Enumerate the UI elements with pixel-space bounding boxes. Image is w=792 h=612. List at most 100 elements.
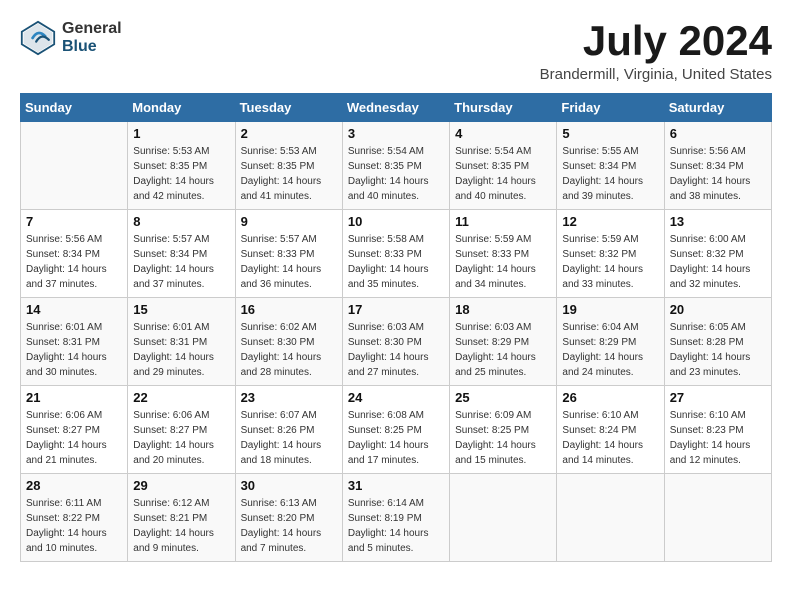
day-header-monday: Monday bbox=[128, 94, 235, 122]
day-number: 9 bbox=[241, 214, 337, 229]
calendar-cell: 31 Sunrise: 6:14 AM Sunset: 8:19 PM Dayli… bbox=[342, 474, 449, 562]
calendar-cell bbox=[450, 474, 557, 562]
calendar-cell: 10 Sunrise: 5:58 AM Sunset: 8:33 PM Dayli… bbox=[342, 210, 449, 298]
day-number: 5 bbox=[562, 126, 658, 141]
day-info: Sunrise: 6:08 AM Sunset: 8:25 PM Dayligh… bbox=[348, 408, 444, 468]
calendar-cell: 22 Sunrise: 6:06 AM Sunset: 8:27 PM Dayli… bbox=[128, 386, 235, 474]
day-info: Sunrise: 5:57 AM Sunset: 8:34 PM Dayligh… bbox=[133, 232, 229, 292]
day-number: 24 bbox=[348, 390, 444, 405]
day-number: 17 bbox=[348, 302, 444, 317]
day-header-sunday: Sunday bbox=[21, 94, 128, 122]
day-number: 26 bbox=[562, 390, 658, 405]
logo-line2: Blue bbox=[62, 38, 122, 56]
calendar-cell: 30 Sunrise: 6:13 AM Sunset: 8:20 PM Dayli… bbox=[235, 474, 342, 562]
calendar-cell: 4Sunrise: 5:54 AM Sunset: 8:35 PM Daylig… bbox=[450, 122, 557, 210]
logo-icon bbox=[20, 20, 56, 56]
calendar-cell: 13Sunrise: 6:00 AM Sunset: 8:32 PM Dayli… bbox=[664, 210, 771, 298]
calendar-title: July 2024 bbox=[540, 20, 772, 62]
day-info: Sunrise: 6:10 AM Sunset: 8:23 PM Dayligh… bbox=[670, 408, 766, 468]
calendar-cell bbox=[557, 474, 664, 562]
day-header-thursday: Thursday bbox=[450, 94, 557, 122]
day-number: 22 bbox=[133, 390, 229, 405]
day-info: Sunrise: 6:14 AM Sunset: 8:19 PM Dayligh… bbox=[348, 496, 444, 556]
day-info: Sunrise: 6:11 AM Sunset: 8:22 PM Dayligh… bbox=[26, 496, 122, 556]
day-info: Sunrise: 6:12 AM Sunset: 8:21 PM Dayligh… bbox=[133, 496, 229, 556]
calendar-cell: 2Sunrise: 5:53 AM Sunset: 8:35 PM Daylig… bbox=[235, 122, 342, 210]
calendar-cell bbox=[21, 122, 128, 210]
logo-text: General Blue bbox=[62, 20, 122, 55]
day-info: Sunrise: 6:10 AM Sunset: 8:24 PM Dayligh… bbox=[562, 408, 658, 468]
day-info: Sunrise: 5:54 AM Sunset: 8:35 PM Dayligh… bbox=[348, 144, 444, 204]
day-info: Sunrise: 6:00 AM Sunset: 8:32 PM Dayligh… bbox=[670, 232, 766, 292]
calendar-cell: 9 Sunrise: 5:57 AM Sunset: 8:33 PM Daylig… bbox=[235, 210, 342, 298]
calendar-cell: 8 Sunrise: 5:57 AM Sunset: 8:34 PM Daylig… bbox=[128, 210, 235, 298]
week-row-5: 28Sunrise: 6:11 AM Sunset: 8:22 PM Dayli… bbox=[21, 474, 772, 562]
day-number: 7 bbox=[26, 214, 122, 229]
week-row-3: 14 Sunrise: 6:01 AM Sunset: 8:31 PM Dayli… bbox=[21, 298, 772, 386]
day-info: Sunrise: 5:53 AM Sunset: 8:35 PM Dayligh… bbox=[241, 144, 337, 204]
day-header-tuesday: Tuesday bbox=[235, 94, 342, 122]
day-info: Sunrise: 6:13 AM Sunset: 8:20 PM Dayligh… bbox=[241, 496, 337, 556]
day-number: 19 bbox=[562, 302, 658, 317]
calendar-cell: 24 Sunrise: 6:08 AM Sunset: 8:25 PM Dayli… bbox=[342, 386, 449, 474]
day-number: 4 bbox=[455, 126, 551, 141]
calendar-cell: 25 Sunrise: 6:09 AM Sunset: 8:25 PM Dayli… bbox=[450, 386, 557, 474]
day-info: Sunrise: 6:05 AM Sunset: 8:28 PM Dayligh… bbox=[670, 320, 766, 380]
calendar-cell: 5 Sunrise: 5:55 AM Sunset: 8:34 PM Daylig… bbox=[557, 122, 664, 210]
day-number: 1 bbox=[133, 126, 229, 141]
day-number: 31 bbox=[348, 478, 444, 493]
day-info: Sunrise: 5:56 AM Sunset: 8:34 PM Dayligh… bbox=[26, 232, 122, 292]
title-section: July 2024 Brandermill, Virginia, United … bbox=[540, 20, 772, 83]
calendar-cell: 23Sunrise: 6:07 AM Sunset: 8:26 PM Dayli… bbox=[235, 386, 342, 474]
day-info: Sunrise: 6:09 AM Sunset: 8:25 PM Dayligh… bbox=[455, 408, 551, 468]
day-info: Sunrise: 6:04 AM Sunset: 8:29 PM Dayligh… bbox=[562, 320, 658, 380]
day-number: 16 bbox=[241, 302, 337, 317]
calendar-cell: 11Sunrise: 5:59 AM Sunset: 8:33 PM Dayli… bbox=[450, 210, 557, 298]
day-headers-row: SundayMondayTuesdayWednesdayThursdayFrid… bbox=[21, 94, 772, 122]
calendar-table: SundayMondayTuesdayWednesdayThursdayFrid… bbox=[20, 93, 772, 562]
day-number: 18 bbox=[455, 302, 551, 317]
day-info: Sunrise: 6:01 AM Sunset: 8:31 PM Dayligh… bbox=[26, 320, 122, 380]
day-number: 10 bbox=[348, 214, 444, 229]
day-info: Sunrise: 6:01 AM Sunset: 8:31 PM Dayligh… bbox=[133, 320, 229, 380]
calendar-cell: 19 Sunrise: 6:04 AM Sunset: 8:29 PM Dayli… bbox=[557, 298, 664, 386]
day-number: 27 bbox=[670, 390, 766, 405]
calendar-cell: 16 Sunrise: 6:02 AM Sunset: 8:30 PM Dayli… bbox=[235, 298, 342, 386]
day-info: Sunrise: 5:55 AM Sunset: 8:34 PM Dayligh… bbox=[562, 144, 658, 204]
day-info: Sunrise: 6:03 AM Sunset: 8:30 PM Dayligh… bbox=[348, 320, 444, 380]
calendar-cell: 12Sunrise: 5:59 AM Sunset: 8:32 PM Dayli… bbox=[557, 210, 664, 298]
calendar-cell: 20 Sunrise: 6:05 AM Sunset: 8:28 PM Dayli… bbox=[664, 298, 771, 386]
day-info: Sunrise: 5:57 AM Sunset: 8:33 PM Dayligh… bbox=[241, 232, 337, 292]
day-number: 12 bbox=[562, 214, 658, 229]
day-info: Sunrise: 6:03 AM Sunset: 8:29 PM Dayligh… bbox=[455, 320, 551, 380]
day-info: Sunrise: 6:02 AM Sunset: 8:30 PM Dayligh… bbox=[241, 320, 337, 380]
day-number: 14 bbox=[26, 302, 122, 317]
calendar-cell: 1 Sunrise: 5:53 AM Sunset: 8:35 PM Daylig… bbox=[128, 122, 235, 210]
calendar-subtitle: Brandermill, Virginia, United States bbox=[540, 66, 772, 83]
day-info: Sunrise: 6:06 AM Sunset: 8:27 PM Dayligh… bbox=[133, 408, 229, 468]
calendar-cell: 17 Sunrise: 6:03 AM Sunset: 8:30 PM Dayli… bbox=[342, 298, 449, 386]
calendar-cell bbox=[664, 474, 771, 562]
calendar-cell: 7 Sunrise: 5:56 AM Sunset: 8:34 PM Daylig… bbox=[21, 210, 128, 298]
day-header-saturday: Saturday bbox=[664, 94, 771, 122]
day-number: 20 bbox=[670, 302, 766, 317]
day-header-friday: Friday bbox=[557, 94, 664, 122]
day-number: 6 bbox=[670, 126, 766, 141]
calendar-cell: 15Sunrise: 6:01 AM Sunset: 8:31 PM Dayli… bbox=[128, 298, 235, 386]
day-number: 8 bbox=[133, 214, 229, 229]
logo-line1: General bbox=[62, 20, 122, 38]
calendar-cell: 14 Sunrise: 6:01 AM Sunset: 8:31 PM Dayli… bbox=[21, 298, 128, 386]
day-number: 25 bbox=[455, 390, 551, 405]
day-info: Sunrise: 5:53 AM Sunset: 8:35 PM Dayligh… bbox=[133, 144, 229, 204]
week-row-4: 21 Sunrise: 6:06 AM Sunset: 8:27 PM Dayli… bbox=[21, 386, 772, 474]
day-info: Sunrise: 6:07 AM Sunset: 8:26 PM Dayligh… bbox=[241, 408, 337, 468]
day-number: 30 bbox=[241, 478, 337, 493]
day-number: 21 bbox=[26, 390, 122, 405]
calendar-cell: 21Sunrise: 6:06 AM Sunset: 8:27 PM Dayli… bbox=[21, 386, 128, 474]
calendar-cell: 26 Sunrise: 6:10 AM Sunset: 8:24 PM Dayli… bbox=[557, 386, 664, 474]
calendar-cell: 29Sunrise: 6:12 AM Sunset: 8:21 PM Dayli… bbox=[128, 474, 235, 562]
day-header-wednesday: Wednesday bbox=[342, 94, 449, 122]
day-info: Sunrise: 5:58 AM Sunset: 8:33 PM Dayligh… bbox=[348, 232, 444, 292]
calendar-cell: 28Sunrise: 6:11 AM Sunset: 8:22 PM Dayli… bbox=[21, 474, 128, 562]
calendar-cell: 3Sunrise: 5:54 AM Sunset: 8:35 PM Daylig… bbox=[342, 122, 449, 210]
